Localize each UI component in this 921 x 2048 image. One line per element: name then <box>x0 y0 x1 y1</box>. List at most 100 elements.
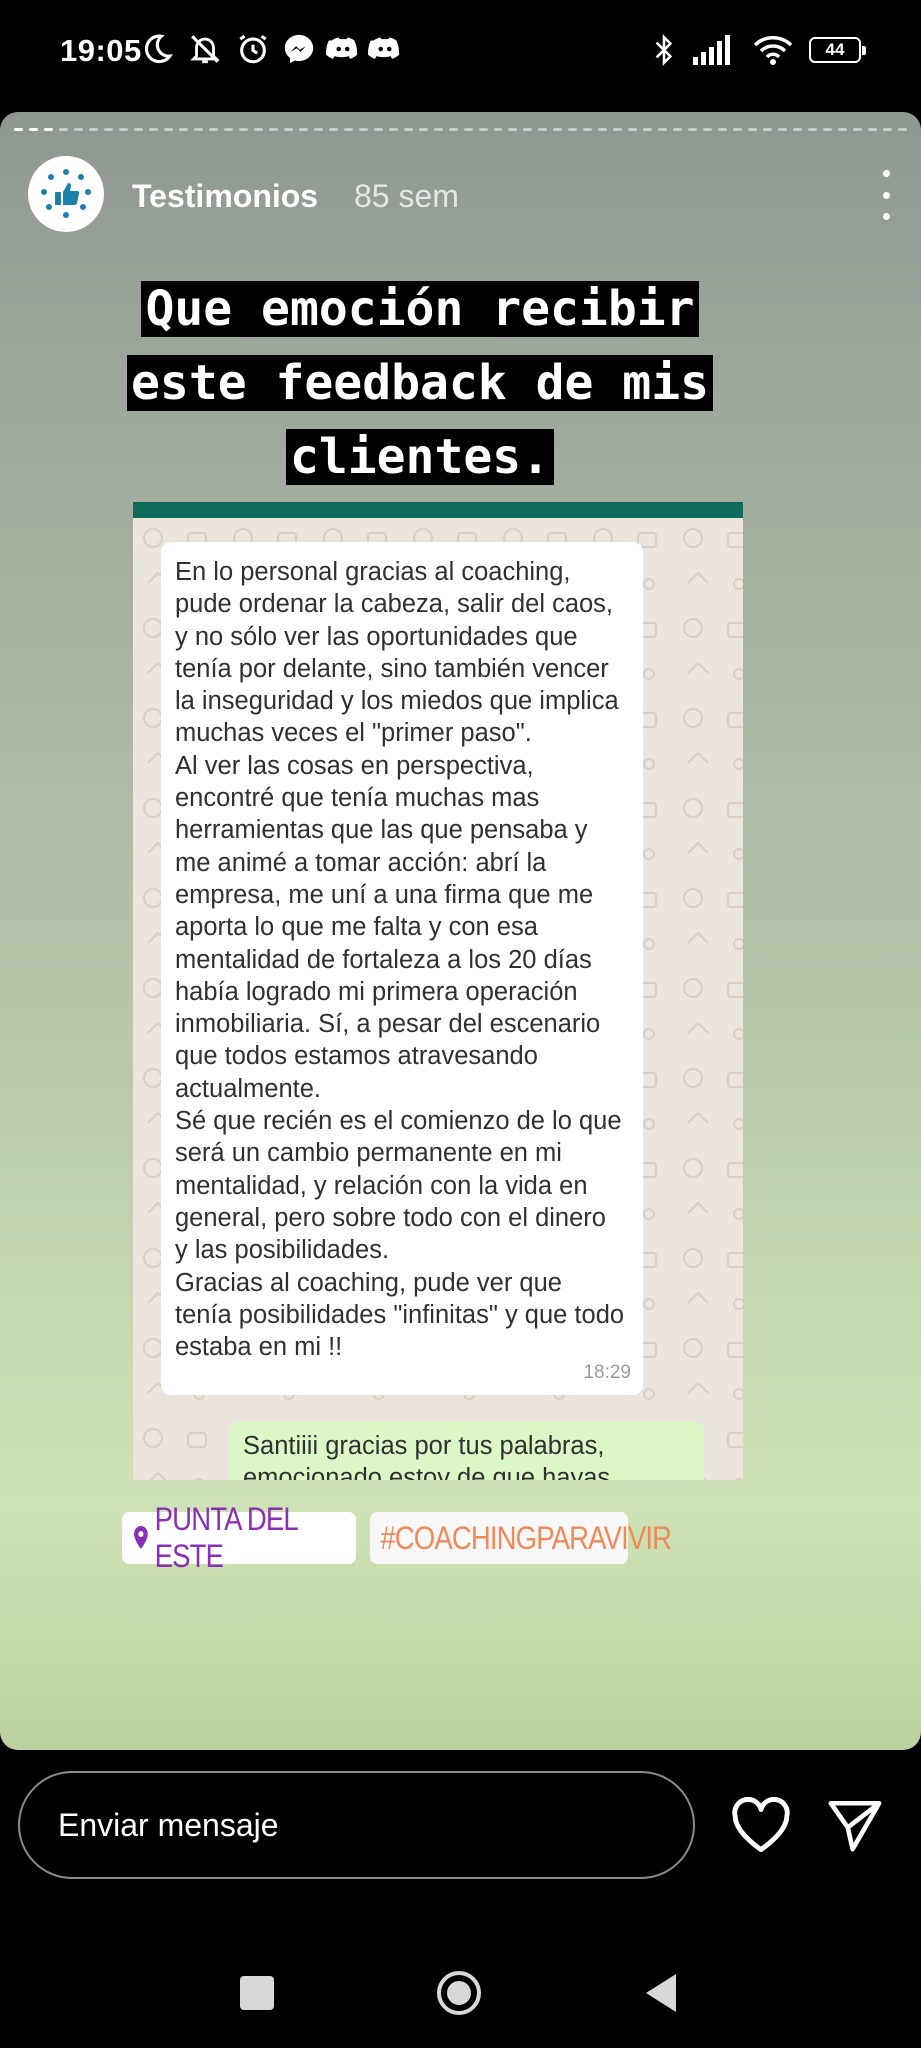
location-pin-icon <box>134 1526 148 1549</box>
status-bar: 19:05 44 <box>0 0 921 100</box>
message-paragraph: Gracias al coaching, pude ver que tenía … <box>175 1268 625 1362</box>
progress-segment <box>14 128 23 131</box>
alarm-icon <box>239 34 267 64</box>
incoming-message-bubble: En lo personal gracias al coaching, pude… <box>161 542 643 1396</box>
progress-segment <box>463 128 473 131</box>
progress-segment <box>28 128 38 131</box>
progress-segment <box>253 128 263 131</box>
dot-icon <box>882 213 890 220</box>
signal-icon <box>693 35 730 65</box>
discord-icon <box>368 37 400 59</box>
progress-segment <box>898 128 908 131</box>
post-age: 85 sem <box>354 178 459 214</box>
more-options-button[interactable] <box>874 170 898 220</box>
progress-segment <box>298 128 308 131</box>
dot-icon <box>882 170 890 177</box>
progress-segment <box>748 128 758 131</box>
send-icon[interactable] <box>826 1796 884 1854</box>
story-caption: Que emoción recibir este feedback de mis… <box>0 272 840 494</box>
progress-segment <box>313 128 323 131</box>
avatar[interactable] <box>28 156 104 232</box>
moon-icon <box>144 34 173 64</box>
progress-segment <box>268 128 278 131</box>
message-timestamp: 18:29 <box>583 1362 631 1384</box>
progress-segment <box>643 128 653 131</box>
progress-segment <box>403 128 413 131</box>
progress-segment <box>73 128 83 131</box>
progress-segment <box>628 128 638 131</box>
progress-segment <box>373 128 383 131</box>
messenger-icon <box>284 34 314 64</box>
progress-segment <box>553 128 563 131</box>
hashtag-sticker[interactable]: #COACHINGPARAVIVIR <box>370 1512 672 1564</box>
progress-segment <box>868 128 878 131</box>
location-sticker[interactable]: PUNTA DEL ESTE <box>122 1501 356 1574</box>
status-time: 19:05 <box>60 33 142 68</box>
message-input-placeholder: Enviar mensaje <box>58 1806 279 1843</box>
progress-segment <box>193 128 203 131</box>
progress-segment <box>658 128 668 131</box>
progress-segment <box>328 128 338 131</box>
progress-segment <box>853 128 863 131</box>
progress-segment <box>568 128 578 131</box>
caption-line: clientes. <box>285 429 555 485</box>
progress-segment <box>118 128 128 131</box>
progress-segment <box>763 128 773 131</box>
progress-segment <box>238 128 248 131</box>
progress-segment <box>478 128 488 131</box>
progress-segment <box>103 128 113 131</box>
progress-segment <box>88 128 98 131</box>
message-paragraph: Sé que recién es el comienzo de lo que s… <box>175 1107 622 1265</box>
progress-segment <box>178 128 188 131</box>
progress-segment <box>718 128 728 131</box>
caption-line: Que emoción recibir <box>141 281 699 337</box>
progress-segment <box>583 128 593 131</box>
account-name[interactable]: Testimonios <box>132 178 318 215</box>
chat-screenshot: En lo personal gracias al coaching, pude… <box>133 502 743 1480</box>
progress-segment <box>523 128 533 131</box>
wifi-icon <box>753 36 793 65</box>
outgoing-message-bubble: Santiiii gracias por tus palabras, emoci… <box>229 1422 704 1480</box>
progress-segment <box>223 128 233 131</box>
story-progress-bar <box>14 128 908 132</box>
progress-segment <box>688 128 698 131</box>
recent-apps-button[interactable] <box>240 1976 274 2010</box>
progress-segment <box>883 128 893 131</box>
progress-segment <box>838 128 848 131</box>
progress-segment <box>343 128 353 131</box>
progress-segment <box>358 128 368 131</box>
home-button[interactable] <box>436 1970 482 2016</box>
progress-segment <box>163 128 173 131</box>
progress-segment <box>448 128 458 131</box>
progress-segment <box>43 128 53 131</box>
progress-segment <box>493 128 503 131</box>
progress-segment <box>208 128 218 131</box>
dot-icon <box>882 191 890 199</box>
heart-icon[interactable] <box>730 1796 792 1854</box>
progress-segment <box>148 128 158 131</box>
message-input[interactable]: Enviar mensaje <box>18 1771 695 1879</box>
progress-segment <box>388 128 398 131</box>
notifications-off-icon <box>190 35 220 64</box>
story-viewer[interactable]: Testimonios 85 sem Que emoción recibir e… <box>0 112 921 1750</box>
progress-segment <box>823 128 833 131</box>
progress-segment <box>538 128 548 131</box>
progress-segment <box>133 128 143 131</box>
hashtag-label: #COACHINGPARAVIVIR <box>380 1519 672 1556</box>
story-header: Testimonios 85 sem <box>28 156 898 236</box>
progress-segment <box>793 128 803 131</box>
progress-segment <box>283 128 293 131</box>
message-paragraph: Al ver las cosas en perspectiva, encontr… <box>175 751 601 1103</box>
discord-icon <box>326 37 358 59</box>
progress-segment <box>418 128 428 131</box>
status-right-group: 44 <box>651 30 866 70</box>
chat-header-bar <box>133 502 743 518</box>
progress-segment <box>58 128 68 131</box>
message-paragraph: En lo personal gracias al coaching, pude… <box>175 558 619 748</box>
back-button[interactable] <box>642 1970 680 2016</box>
progress-segment <box>613 128 623 131</box>
caption-line: este feedback de mis <box>127 355 713 411</box>
bluetooth-icon <box>655 34 673 66</box>
progress-segment <box>703 128 713 131</box>
battery-indicator: 44 <box>809 37 866 63</box>
